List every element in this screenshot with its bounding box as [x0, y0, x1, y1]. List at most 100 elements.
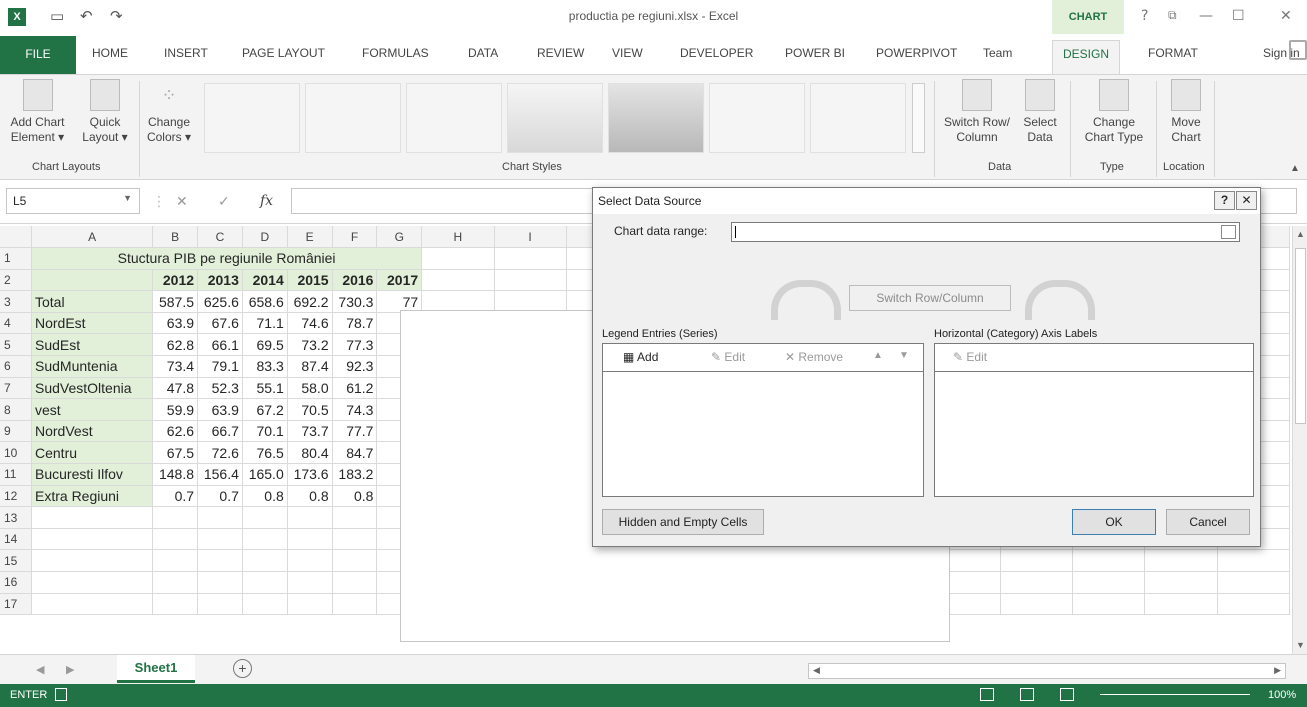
dialog-close-button[interactable]: ✕ [1236, 191, 1257, 210]
value-cell[interactable]: 67.6 [197, 312, 243, 335]
empty-cell[interactable] [332, 571, 378, 594]
empty-cell[interactable] [1072, 571, 1146, 594]
empty-cell[interactable] [242, 571, 288, 594]
value-cell[interactable]: 658.6 [242, 290, 288, 313]
empty-cell[interactable] [287, 528, 333, 551]
value-cell[interactable]: 625.6 [197, 290, 243, 313]
value-cell[interactable]: 0.8 [242, 485, 288, 508]
column-header[interactable]: G [376, 226, 423, 249]
tab-view[interactable]: VIEW [612, 46, 643, 60]
empty-cell[interactable] [1000, 593, 1073, 616]
ok-button[interactable]: OK [1072, 509, 1156, 535]
row-header[interactable]: 11 [0, 463, 32, 486]
next-sheet-icon[interactable]: ▶ [66, 663, 74, 676]
region-label-cell[interactable]: Centru [31, 441, 154, 465]
scroll-right-icon[interactable]: ▶ [1274, 665, 1281, 676]
tab-powerpivot[interactable]: POWERPIVOT [876, 46, 957, 60]
empty-cell[interactable] [1144, 593, 1218, 616]
switch-row-column-ribbon-button[interactable]: Switch Row/ Column [938, 79, 1016, 145]
empty-cell[interactable] [242, 528, 288, 551]
value-cell[interactable]: 71.1 [242, 312, 288, 335]
select-all-corner[interactable] [0, 226, 32, 249]
region-label-cell[interactable]: vest [31, 398, 154, 421]
value-cell[interactable]: 73.7 [287, 420, 333, 443]
empty-cell[interactable] [197, 506, 243, 529]
empty-cell[interactable] [1000, 571, 1073, 594]
cancel-button[interactable]: Cancel [1166, 509, 1250, 535]
region-label-cell[interactable]: SudVestOltenia [31, 377, 154, 400]
chart-style-thumbnail[interactable] [810, 83, 906, 153]
hidden-empty-cells-button[interactable]: Hidden and Empty Cells [602, 509, 764, 535]
empty-cell[interactable] [31, 506, 154, 529]
row-header[interactable]: 5 [0, 333, 32, 357]
quick-layout-button[interactable]: Quick Layout ▾ [75, 79, 135, 145]
undo-icon[interactable]: ↶ [80, 7, 93, 25]
empty-cell[interactable] [332, 506, 378, 529]
empty-cell[interactable] [31, 549, 154, 572]
value-cell[interactable]: 83.3 [242, 355, 288, 378]
empty-cell[interactable] [1217, 549, 1290, 572]
row-header[interactable]: 12 [0, 485, 32, 508]
empty-cell[interactable] [242, 549, 288, 572]
zoom-slider[interactable] [1100, 694, 1250, 695]
chart-style-thumbnail[interactable] [608, 83, 704, 153]
year-header-cell[interactable]: 2016 [332, 269, 378, 292]
chart-style-thumbnail[interactable] [507, 83, 603, 153]
macro-recording-icon[interactable] [55, 688, 67, 701]
value-cell[interactable]: 66.1 [197, 333, 243, 357]
value-cell[interactable]: 52.3 [197, 377, 243, 400]
value-cell[interactable]: 173.6 [287, 463, 333, 486]
insert-function-icon[interactable]: fx [260, 193, 273, 209]
move-up-icon[interactable]: ▲ [873, 350, 883, 361]
empty-cell[interactable] [197, 549, 243, 572]
empty-cell[interactable] [31, 528, 154, 551]
row-header[interactable]: 7 [0, 377, 32, 400]
scroll-left-icon[interactable]: ◀ [813, 665, 820, 676]
tab-team[interactable]: Team [983, 46, 1012, 60]
sheet-title-cell[interactable]: Stuctura PIB pe regiunile României [31, 247, 423, 270]
scroll-up-icon[interactable]: ▲ [1296, 229, 1305, 239]
empty-cell[interactable] [287, 593, 333, 616]
value-cell[interactable]: 730.3 [332, 290, 378, 313]
region-label-cell[interactable]: NordVest [31, 420, 154, 443]
row-header[interactable]: 6 [0, 355, 32, 378]
empty-cell[interactable] [1217, 593, 1290, 616]
tab-design[interactable]: DESIGN [1052, 40, 1121, 74]
value-cell[interactable]: 47.8 [152, 377, 199, 400]
empty-cell[interactable] [1217, 571, 1290, 594]
row-header[interactable]: 16 [0, 571, 32, 594]
empty-cell[interactable] [1072, 593, 1146, 616]
page-layout-view-icon[interactable] [1020, 688, 1034, 701]
prev-sheet-icon[interactable]: ◀ [36, 663, 44, 676]
row-header[interactable]: 2 [0, 269, 32, 292]
value-cell[interactable]: 66.7 [197, 420, 243, 443]
empty-cell[interactable] [31, 269, 154, 292]
value-cell[interactable]: 165.0 [242, 463, 288, 486]
cancel-entry-icon[interactable]: ✕ [176, 193, 188, 210]
empty-cell[interactable] [31, 571, 154, 594]
empty-cell[interactable] [152, 593, 199, 616]
column-header[interactable]: I [494, 226, 567, 249]
column-header[interactable]: H [421, 226, 495, 249]
row-header[interactable]: 4 [0, 312, 32, 335]
normal-view-icon[interactable] [980, 688, 994, 701]
value-cell[interactable]: 0.7 [152, 485, 199, 508]
user-avatar-icon[interactable] [1289, 40, 1307, 60]
range-picker-icon[interactable] [1221, 225, 1236, 239]
page-break-view-icon[interactable] [1060, 688, 1074, 701]
zoom-level[interactable]: 100% [1268, 689, 1296, 701]
value-cell[interactable]: 73.2 [287, 333, 333, 357]
switch-row-column-button[interactable]: Switch Row/Column [849, 285, 1011, 311]
column-header[interactable]: D [242, 226, 288, 249]
value-cell[interactable]: 69.5 [242, 333, 288, 357]
empty-cell[interactable] [1072, 549, 1146, 572]
value-cell[interactable]: 76.5 [242, 441, 288, 465]
value-cell[interactable]: 61.2 [332, 377, 378, 400]
add-sheet-button[interactable]: + [233, 659, 252, 678]
chart-styles-gallery-scroll[interactable] [912, 83, 925, 153]
value-cell[interactable]: 148.8 [152, 463, 199, 486]
tab-format[interactable]: FORMAT [1148, 46, 1198, 60]
value-cell[interactable]: 183.2 [332, 463, 378, 486]
close-button[interactable]: ✕ [1280, 8, 1292, 24]
value-cell[interactable]: 67.2 [242, 398, 288, 421]
